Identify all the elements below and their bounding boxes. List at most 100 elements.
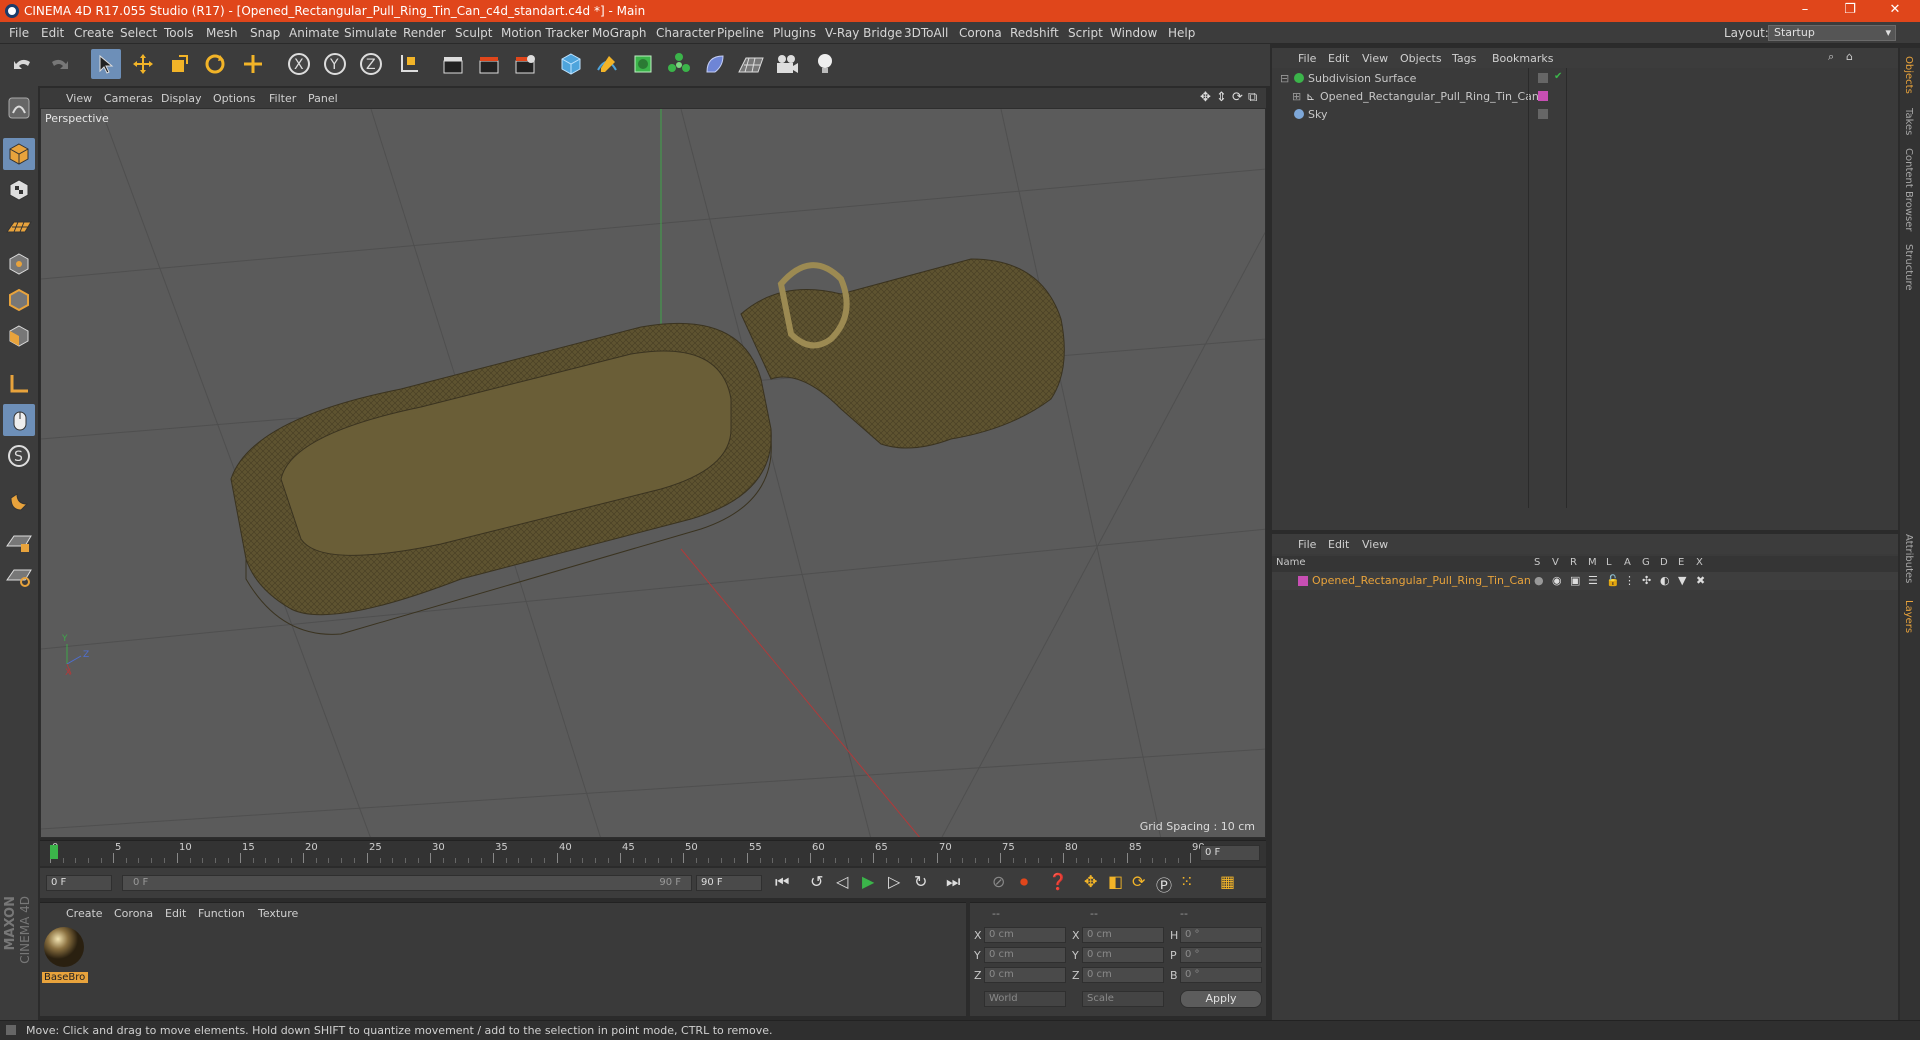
start-frame-field[interactable]: 0 F: [46, 875, 112, 891]
menu-file[interactable]: File: [9, 26, 29, 40]
coord-mode-scale-dropdown[interactable]: Scale: [1082, 991, 1164, 1007]
viewport-pan-icon[interactable]: ✥: [1200, 90, 1211, 105]
menu-create[interactable]: Create: [74, 26, 114, 40]
material-menu-create[interactable]: Create: [66, 907, 103, 920]
texture-mode-button[interactable]: [3, 174, 35, 206]
layout-dropdown[interactable]: Startup ▾: [1768, 25, 1896, 41]
xref-icon[interactable]: ✖: [1696, 574, 1705, 587]
z-axis-lock-button[interactable]: Z: [356, 49, 386, 79]
menu-mograph[interactable]: MoGraph: [592, 26, 647, 40]
object-name[interactable]: Sky: [1308, 108, 1327, 121]
menu-sculpt[interactable]: Sculpt: [455, 26, 492, 40]
layers-menu-edit[interactable]: Edit: [1328, 538, 1349, 551]
menu-simulate[interactable]: Simulate: [344, 26, 397, 40]
workplane-lock-button[interactable]: [3, 526, 35, 558]
record-icon[interactable]: ⏺: [1020, 872, 1028, 892]
snap-enable-button[interactable]: [3, 486, 35, 518]
expand-icon[interactable]: ⊟: [1280, 72, 1289, 85]
material-swatch[interactable]: BaseBro: [42, 925, 88, 987]
scale-tool-button[interactable]: [164, 49, 194, 79]
layers-col-manager[interactable]: M: [1588, 557, 1597, 568]
axis-mode-button[interactable]: [3, 368, 35, 400]
layers-col-view[interactable]: V: [1552, 557, 1559, 568]
viewport-menu-display[interactable]: Display: [161, 92, 202, 105]
tab-structure[interactable]: Structure: [1903, 244, 1914, 291]
step-back-icon[interactable]: ◁: [836, 872, 848, 891]
coord-pos-x-field[interactable]: 0 cm: [984, 927, 1066, 943]
animation-icon[interactable]: ⋮: [1624, 574, 1635, 587]
cloner-button[interactable]: [664, 49, 694, 79]
menu-character[interactable]: Character: [656, 26, 715, 40]
objects-menu-objects[interactable]: Objects: [1400, 52, 1442, 65]
redo-button[interactable]: [44, 49, 74, 79]
enabled-check-icon[interactable]: ✔: [1554, 71, 1562, 82]
model-mode-button[interactable]: [3, 138, 35, 170]
viewport-dolly-icon[interactable]: ⇕: [1216, 90, 1227, 105]
tab-objects[interactable]: Objects: [1903, 56, 1914, 94]
menu-render[interactable]: Render: [403, 26, 446, 40]
current-frame-field[interactable]: 0 F: [1200, 845, 1260, 861]
material-menu-corona[interactable]: Corona: [114, 907, 153, 920]
apply-button[interactable]: Apply: [1180, 990, 1262, 1008]
objects-menu-edit[interactable]: Edit: [1328, 52, 1349, 65]
key-param-icon[interactable]: Ⓟ: [1156, 872, 1172, 896]
timeline-ruler[interactable]: 051015202530354045505560657075808590 0 F: [40, 840, 1266, 866]
coord-pos-z-field[interactable]: 0 cm: [984, 967, 1066, 983]
layers-col-solo[interactable]: S: [1534, 557, 1540, 568]
undo-button[interactable]: [8, 49, 38, 79]
menu-plugins[interactable]: Plugins: [773, 26, 816, 40]
viewport-menu-panel[interactable]: Panel: [308, 92, 338, 105]
layers-col-xref[interactable]: X: [1696, 557, 1703, 568]
subdivision-surface-button[interactable]: [628, 49, 658, 79]
objects-menu-tags[interactable]: Tags: [1452, 52, 1476, 65]
restore-button[interactable]: ❐: [1835, 2, 1865, 20]
menu-3dtoall[interactable]: 3DToAll: [904, 26, 948, 40]
render-icon[interactable]: ▣: [1570, 574, 1580, 587]
edges-mode-button[interactable]: [3, 284, 35, 316]
light-button[interactable]: [810, 49, 840, 79]
render-view-button[interactable]: [438, 49, 468, 79]
last-tool-button[interactable]: [238, 49, 268, 79]
menu-select[interactable]: Select: [120, 26, 157, 40]
workplane-mode-button[interactable]: [3, 210, 35, 242]
object-row[interactable]: ⊟ Subdivision Surface ✔: [1272, 70, 1852, 88]
make-editable-button[interactable]: [3, 92, 35, 124]
object-name[interactable]: Subdivision Surface: [1308, 72, 1416, 85]
home-icon[interactable]: ⌂: [1846, 50, 1853, 63]
playhead-marker[interactable]: [50, 845, 58, 859]
rotate-tool-button[interactable]: [200, 49, 230, 79]
tab-content-browser[interactable]: Content Browser: [1903, 148, 1914, 231]
camera-name-label[interactable]: Perspective: [45, 112, 109, 125]
layer-color-swatch[interactable]: [1298, 576, 1308, 586]
coord-mode-world-dropdown[interactable]: World: [984, 991, 1066, 1007]
coord-rot-p-field[interactable]: 0 °: [1180, 947, 1262, 963]
layers-col-expressions[interactable]: E: [1678, 557, 1684, 568]
go-to-end-icon[interactable]: ⏭: [946, 872, 960, 892]
viewport-menu-cameras[interactable]: Cameras: [104, 92, 153, 105]
object-name[interactable]: Opened_Rectangular_Pull_Ring_Tin_Can: [1320, 90, 1539, 103]
autokey-icon[interactable]: ❓: [1048, 872, 1068, 891]
deformer-icon[interactable]: ◐: [1660, 574, 1670, 587]
spline-pen-button[interactable]: [592, 49, 622, 79]
viewport-menu-view[interactable]: View: [66, 92, 92, 105]
deformer-button[interactable]: [700, 49, 730, 79]
key-points-icon[interactable]: ⁙: [1180, 872, 1193, 891]
solo-mode-button[interactable]: S: [3, 440, 35, 472]
expression-icon[interactable]: ▼: [1678, 574, 1686, 587]
layers-col-animation[interactable]: A: [1624, 557, 1631, 568]
objects-menu-view[interactable]: View: [1362, 52, 1388, 65]
viewport-maximize-icon[interactable]: ⧉: [1248, 90, 1257, 105]
previous-key-icon[interactable]: ↺: [810, 872, 823, 891]
coord-rot-b-field[interactable]: 0 °: [1180, 967, 1262, 983]
camera-button[interactable]: [772, 49, 802, 79]
menu-corona[interactable]: Corona: [959, 26, 1002, 40]
tab-takes[interactable]: Takes: [1903, 108, 1914, 135]
menu-edit[interactable]: Edit: [41, 26, 64, 40]
viewport-rotate-icon[interactable]: ⟳: [1232, 90, 1243, 105]
planar-workplane-button[interactable]: [3, 560, 35, 592]
menu-animate[interactable]: Animate: [289, 26, 339, 40]
next-key-icon[interactable]: ↻: [914, 872, 927, 891]
view-eye-icon[interactable]: ◉: [1552, 574, 1562, 587]
menu-mesh[interactable]: Mesh: [206, 26, 238, 40]
menu-window[interactable]: Window: [1110, 26, 1157, 40]
